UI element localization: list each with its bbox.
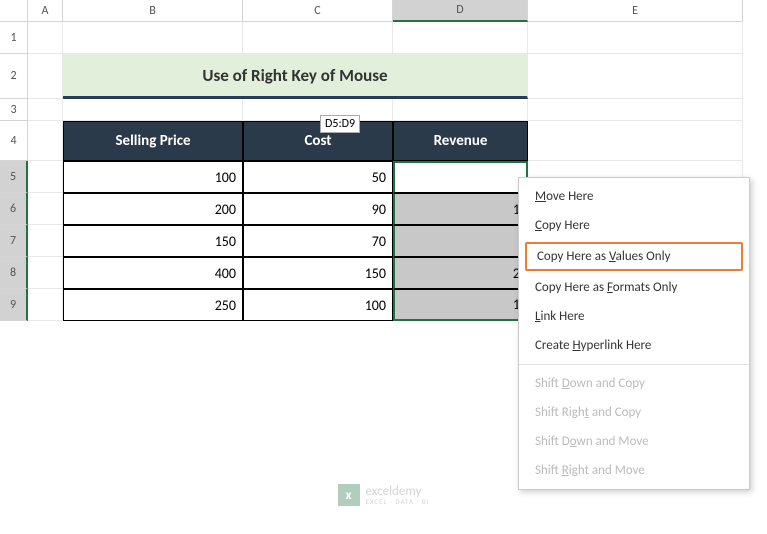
- col-header-d[interactable]: D: [393, 0, 528, 22]
- table-cell[interactable]: [393, 225, 528, 257]
- menu-item-8: Shift Right and Copy: [519, 398, 749, 427]
- cell[interactable]: [528, 121, 743, 161]
- row-header-7[interactable]: 7: [0, 225, 28, 257]
- menu-item-7: Shift Down and Copy: [519, 369, 749, 398]
- table-cell[interactable]: 1: [393, 193, 528, 225]
- title-cell[interactable]: Use of Right Key of Mouse: [63, 54, 528, 99]
- menu-item-5[interactable]: Create Hyperlink Here: [519, 331, 749, 360]
- table-cell[interactable]: 150: [243, 257, 393, 289]
- col-header-b[interactable]: B: [63, 0, 243, 22]
- table-cell[interactable]: [393, 161, 528, 193]
- table-cell[interactable]: 150: [63, 225, 243, 257]
- table-cell[interactable]: 250: [63, 289, 243, 321]
- row-header-6[interactable]: 6: [0, 193, 28, 225]
- cell[interactable]: [28, 289, 63, 321]
- table-cell[interactable]: 50: [243, 161, 393, 193]
- menu-item-0[interactable]: Move Here: [519, 182, 749, 211]
- table-cell[interactable]: 100: [63, 161, 243, 193]
- col-header-c[interactable]: C: [243, 0, 393, 22]
- cell[interactable]: [243, 22, 393, 54]
- table-cell[interactable]: 1: [393, 289, 528, 321]
- row-header-9[interactable]: 9: [0, 289, 28, 321]
- col-header-e[interactable]: E: [528, 0, 743, 22]
- cell[interactable]: [28, 193, 63, 225]
- watermark-sub: EXCEL · DATA · BI: [365, 498, 429, 505]
- excel-icon: x: [337, 484, 359, 506]
- menu-item-9: Shift Down and Move: [519, 427, 749, 456]
- menu-separator: [519, 364, 749, 365]
- cell[interactable]: [528, 54, 743, 99]
- cell[interactable]: [63, 22, 243, 54]
- row-header-8[interactable]: 8: [0, 257, 28, 289]
- col-header-a[interactable]: A: [28, 0, 63, 22]
- cell[interactable]: [28, 121, 63, 161]
- row-header-4[interactable]: 4: [0, 121, 28, 161]
- right-click-drag-menu: Move HereCopy HereCopy Here as Values On…: [518, 177, 750, 490]
- cell[interactable]: [393, 99, 528, 121]
- cell[interactable]: [28, 225, 63, 257]
- cell[interactable]: [28, 54, 63, 99]
- cell[interactable]: [63, 99, 243, 121]
- header-revenue[interactable]: Revenue: [393, 121, 528, 161]
- menu-item-2[interactable]: Copy Here as Values Only: [525, 242, 743, 271]
- table-cell[interactable]: 100: [243, 289, 393, 321]
- row-header-1[interactable]: 1: [0, 22, 28, 54]
- cell[interactable]: [28, 99, 63, 121]
- table-cell[interactable]: 200: [63, 193, 243, 225]
- cell[interactable]: [28, 22, 63, 54]
- cell[interactable]: [243, 99, 393, 121]
- cell[interactable]: [28, 257, 63, 289]
- menu-item-10: Shift Right and Move: [519, 456, 749, 485]
- row-header-3[interactable]: 3: [0, 99, 28, 121]
- row-header-2[interactable]: 2: [0, 54, 28, 99]
- table-cell[interactable]: 90: [243, 193, 393, 225]
- header-selling-price[interactable]: Selling Price: [63, 121, 243, 161]
- menu-item-4[interactable]: Link Here: [519, 302, 749, 331]
- menu-item-3[interactable]: Copy Here as Formats Only: [519, 273, 749, 302]
- table-cell[interactable]: 2: [393, 257, 528, 289]
- cell[interactable]: [28, 161, 63, 193]
- table-cell[interactable]: 70: [243, 225, 393, 257]
- cell[interactable]: [393, 22, 528, 54]
- watermark: x exceldemy EXCEL · DATA · BI: [337, 484, 429, 506]
- header-cost[interactable]: Cost: [243, 121, 393, 161]
- name-box-tooltip: D5:D9: [320, 115, 360, 133]
- row-header-5[interactable]: 5: [0, 161, 28, 193]
- menu-item-1[interactable]: Copy Here: [519, 211, 749, 240]
- select-all-corner[interactable]: [0, 0, 28, 22]
- table-cell[interactable]: 400: [63, 257, 243, 289]
- cell[interactable]: [528, 22, 743, 54]
- cell[interactable]: [528, 99, 743, 121]
